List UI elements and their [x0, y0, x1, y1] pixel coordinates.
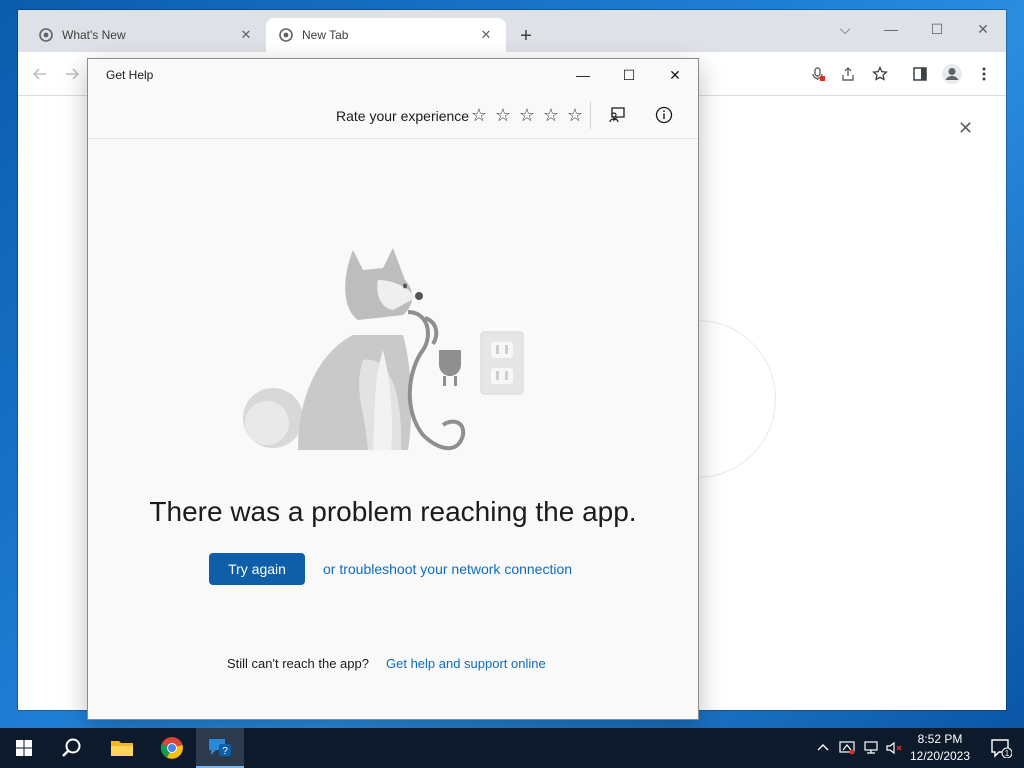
- rating-star-1[interactable]: ☆: [468, 104, 490, 126]
- tab-search-dropdown-icon[interactable]: ⌵: [822, 14, 868, 44]
- rating-star-4[interactable]: ☆: [540, 104, 562, 126]
- troubleshoot-network-link[interactable]: or troubleshoot your network connection: [323, 561, 572, 577]
- notification-count: 1: [1005, 749, 1010, 758]
- taskbar: ? 8:52 PM 12/20/2023 1: [0, 728, 1024, 768]
- still-cant-reach-text: Still can't reach the app?: [227, 656, 369, 671]
- back-arrow-icon[interactable]: [26, 60, 54, 88]
- profile-icon[interactable]: [938, 60, 966, 88]
- tab-whats-new[interactable]: What's New ✕: [26, 18, 266, 52]
- rating-star-5[interactable]: ☆: [564, 104, 586, 126]
- clock-time: 8:52 PM: [917, 732, 963, 746]
- system-tray-app-icon[interactable]: [837, 738, 857, 758]
- feedback-icon[interactable]: [603, 103, 631, 127]
- close-button[interactable]: ✕: [960, 14, 1006, 44]
- forward-arrow-icon[interactable]: [58, 60, 86, 88]
- maximize-button[interactable]: ☐: [606, 59, 652, 91]
- ntp-close-icon[interactable]: ✕: [958, 118, 973, 139]
- minimize-button[interactable]: —: [560, 59, 606, 91]
- tab-title: New Tab: [302, 28, 349, 42]
- new-tab-button[interactable]: +: [514, 24, 538, 48]
- search-icon[interactable]: [48, 728, 96, 768]
- file-explorer-icon[interactable]: [98, 728, 146, 768]
- taskbar-clock[interactable]: 8:52 PM 12/20/2023: [905, 731, 975, 765]
- tab-title: What's New: [62, 28, 126, 42]
- rating-star-3[interactable]: ☆: [516, 104, 538, 126]
- share-icon[interactable]: [834, 60, 862, 88]
- get-help-titlebar: Get Help — ☐ ✕: [88, 59, 698, 91]
- start-icon[interactable]: [0, 728, 48, 768]
- clock-date: 12/20/2023: [909, 749, 971, 763]
- get-help-content: There was a problem reaching the app. Tr…: [88, 140, 698, 719]
- toolbar-divider: [590, 101, 591, 129]
- close-button[interactable]: ✕: [652, 59, 698, 91]
- maximize-button[interactable]: ☐: [914, 14, 960, 44]
- minimize-button[interactable]: —: [868, 14, 914, 44]
- mic-blocked-icon[interactable]: [804, 60, 832, 88]
- chrome-icon[interactable]: [148, 728, 196, 768]
- svg-text:?: ?: [222, 746, 228, 757]
- get-help-toolbar: Rate your experience ☆ ☆ ☆ ☆ ☆: [88, 91, 698, 139]
- get-help-window: Get Help — ☐ ✕ Rate your experience ☆ ☆ …: [87, 58, 699, 720]
- get-help-icon[interactable]: ?: [196, 728, 244, 768]
- tab-strip: What's New ✕ New Tab ✕ + ⌵ — ☐ ✕: [18, 10, 1006, 52]
- rate-experience-label: Rate your experience: [336, 108, 470, 124]
- help-support-online-link[interactable]: Get help and support online: [386, 656, 546, 671]
- show-hidden-icons-chevron-icon[interactable]: [813, 738, 833, 758]
- chrome-favicon-icon: [38, 27, 54, 43]
- bookmark-star-icon[interactable]: [866, 60, 894, 88]
- error-heading: There was a problem reaching the app.: [149, 496, 637, 527]
- side-panel-icon[interactable]: [906, 60, 934, 88]
- tab-close-icon[interactable]: ✕: [238, 27, 254, 43]
- rating-star-2[interactable]: ☆: [492, 104, 514, 126]
- info-icon[interactable]: [650, 103, 678, 127]
- menu-icon[interactable]: [970, 60, 998, 88]
- tab-new-tab[interactable]: New Tab ✕: [266, 18, 506, 52]
- chrome-favicon-icon: [278, 27, 294, 43]
- volume-muted-icon[interactable]: [884, 738, 904, 758]
- network-icon[interactable]: [861, 738, 881, 758]
- action-center-icon[interactable]: 1: [978, 728, 1024, 768]
- try-again-button[interactable]: Try again: [209, 553, 305, 585]
- tab-close-icon[interactable]: ✕: [478, 27, 494, 43]
- unplugged-dog-illustration: [243, 240, 543, 460]
- window-title: Get Help: [106, 68, 154, 82]
